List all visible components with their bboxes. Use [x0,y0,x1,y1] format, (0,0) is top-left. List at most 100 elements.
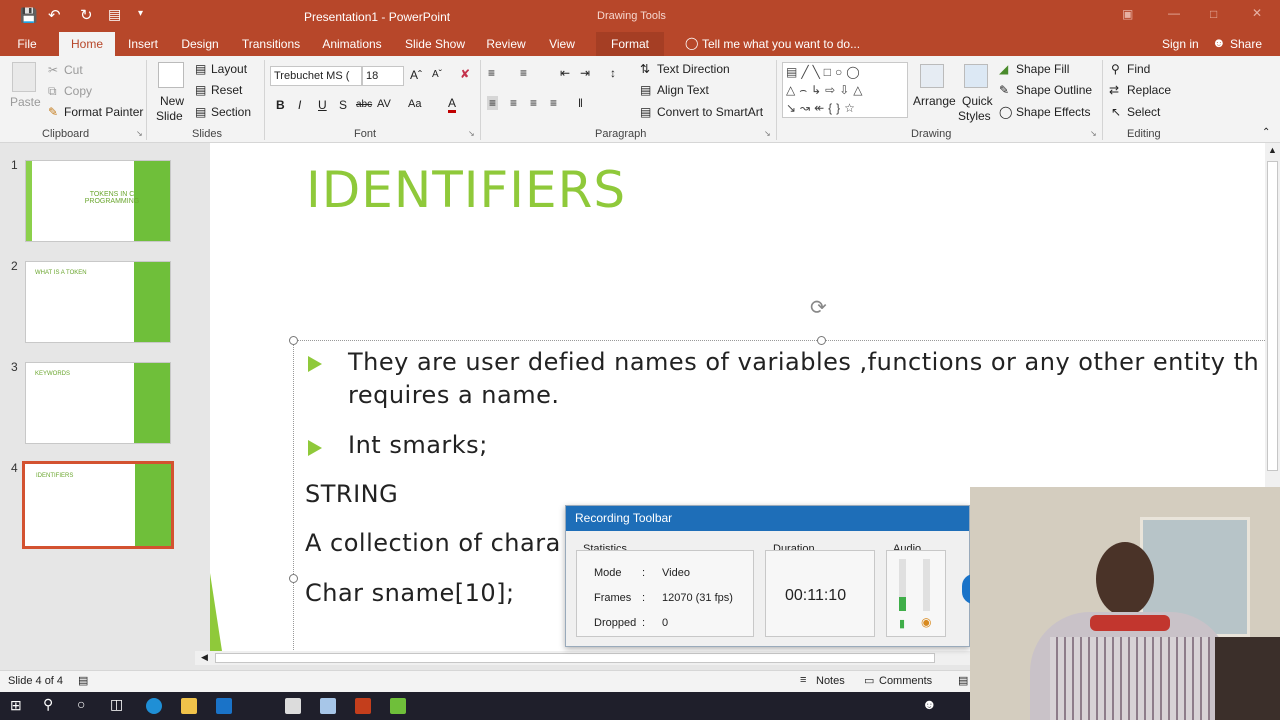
spelling-icon[interactable]: ▤ [78,674,88,687]
center-icon[interactable]: ≡ [510,96,517,110]
close-icon[interactable]: ✕ [1252,6,1262,20]
tab-review[interactable]: Review [484,32,528,56]
change-case-button[interactable]: Aa [408,98,421,110]
start-from-beginning-icon[interactable]: ▤ [108,6,121,23]
ribbon-display-icon[interactable]: ▣ [1122,7,1133,21]
tell-me-box[interactable]: Tell me what you want to do... [702,37,860,51]
scroll-thumb[interactable] [215,653,935,663]
resize-handle[interactable] [289,336,298,345]
minimize-icon[interactable]: — [1168,6,1180,20]
font-family-select[interactable]: Trebuchet MS ( [270,66,362,86]
font-color-button[interactable]: A [448,96,457,113]
italic-button[interactable]: I [298,98,301,112]
align-right-icon[interactable]: ≡ [530,96,537,110]
copy-button[interactable]: Copy [64,84,92,98]
people-icon[interactable]: ☻ [922,696,937,712]
line-spacing-icon[interactable]: ↕ [610,66,616,80]
shape-fill-button[interactable]: Shape Fill [1016,62,1069,76]
microphone-icon[interactable]: ▮ [899,617,905,630]
slide-text-collection[interactable]: A collection of chara [305,529,561,557]
layout-button[interactable]: Layout [211,62,247,76]
save-icon[interactable]: 💾 [20,7,37,24]
customize-qat-icon[interactable]: ▾ [138,8,143,19]
edge-icon[interactable] [146,698,162,714]
rotate-handle-icon[interactable]: ⟳ [810,295,827,320]
slide-text-string[interactable]: STRING [305,480,398,508]
paragraph-launcher-icon[interactable]: ↘ [764,129,771,138]
slide-title[interactable]: IDENTIFIERS [306,161,626,219]
font-size-select[interactable]: 18 [362,66,404,86]
recording-toolbar[interactable]: Recording Toolbar Statistics Mode : Vide… [565,505,974,647]
increase-indent-icon[interactable]: ⇥ [580,66,590,80]
shape-outline-button[interactable]: Shape Outline [1016,83,1092,97]
tab-format[interactable]: Format [596,32,664,56]
reset-button[interactable]: Reset [211,83,242,97]
bullets-icon[interactable]: ≡ [488,66,495,80]
slide-thumbnail-3[interactable]: KEYWORDS [25,362,171,444]
clear-formatting-icon[interactable]: ✘ [460,67,470,81]
bullet-text-2[interactable]: Int smarks; [348,431,488,459]
notes-button[interactable]: Notes [816,675,845,687]
shadow-button[interactable]: S [339,98,347,112]
store-icon[interactable] [285,698,301,714]
resize-handle[interactable] [289,574,298,583]
section-button[interactable]: Section [211,105,251,119]
convert-smartart-button[interactable]: Convert to SmartArt [657,105,763,119]
select-button[interactable]: Select [1127,105,1160,119]
file-explorer-icon[interactable] [181,698,197,714]
sign-in-link[interactable]: Sign in [1162,37,1199,51]
share-button[interactable]: Share [1230,37,1262,51]
quick-styles-button-line2[interactable]: Styles [958,109,991,123]
clipboard-launcher-icon[interactable]: ↘ [136,129,143,138]
restore-icon[interactable]: □ [1210,7,1217,21]
tab-animations[interactable]: Animations [320,32,384,56]
paste-icon[interactable] [12,62,36,92]
tab-file[interactable]: File [10,32,44,56]
shrink-font-icon[interactable]: Aˇ [432,69,442,80]
slide-thumbnail-4[interactable]: IDENTIFIERS [22,461,174,549]
numbering-icon[interactable]: ≡ [520,66,527,80]
justify-icon[interactable]: ≡ [550,96,557,110]
char-spacing-button[interactable]: AV [377,98,391,110]
tab-transitions[interactable]: Transitions [240,32,302,56]
recording-toolbar-title[interactable]: Recording Toolbar [566,506,969,531]
slide-text-char[interactable]: Char sname[10]; [305,579,515,607]
redo-icon[interactable]: ↻ [80,6,93,24]
task-view-icon[interactable]: ◫ [110,696,123,713]
undo-icon[interactable]: ↶ [48,6,61,24]
recorder-icon[interactable] [390,698,406,714]
paste-button[interactable]: Paste [10,95,41,109]
cut-button[interactable]: Cut [64,63,83,77]
strikethrough-button[interactable]: abc [356,99,372,110]
comments-button[interactable]: Comments [879,675,932,687]
tab-view[interactable]: View [546,32,578,56]
bold-button[interactable]: B [276,98,285,112]
resize-handle[interactable] [817,336,826,345]
text-direction-button[interactable]: Text Direction [657,62,730,76]
tab-design[interactable]: Design [178,32,222,56]
format-painter-button[interactable]: Format Painter [64,105,143,119]
drawing-launcher-icon[interactable]: ↘ [1090,129,1097,138]
notepad-icon[interactable] [320,698,336,714]
shape-effects-button[interactable]: Shape Effects [1016,105,1091,119]
scroll-up-icon[interactable]: ▲ [1268,145,1277,155]
decrease-indent-icon[interactable]: ⇤ [560,66,570,80]
scroll-left-icon[interactable]: ◀ [201,652,208,663]
new-slide-button-line2[interactable]: Slide [156,109,183,123]
grow-font-icon[interactable]: Aˆ [410,68,422,82]
collapse-ribbon-icon[interactable]: ⌃ [1262,127,1270,138]
bullet-text-1-line2[interactable]: requires a name. [348,381,559,409]
bullet-text-1[interactable]: They are user defied names of variables … [348,348,1259,376]
windows-start-icon[interactable]: ⊞ [10,697,22,714]
arrange-button[interactable]: Arrange [913,94,956,108]
slide-thumbnail-2[interactable]: WHAT IS A TOKEN [25,261,171,343]
replace-button[interactable]: Replace [1127,83,1171,97]
align-text-button[interactable]: Align Text [657,83,709,97]
new-slide-button[interactable]: New [160,94,184,108]
speaker-icon[interactable]: ◉ [921,615,931,629]
mail-icon[interactable] [216,698,232,714]
find-button[interactable]: Find [1127,62,1150,76]
quick-styles-button[interactable]: Quick [962,94,993,108]
search-icon[interactable]: ⚲ [43,696,53,713]
scroll-thumb[interactable] [1267,161,1278,471]
